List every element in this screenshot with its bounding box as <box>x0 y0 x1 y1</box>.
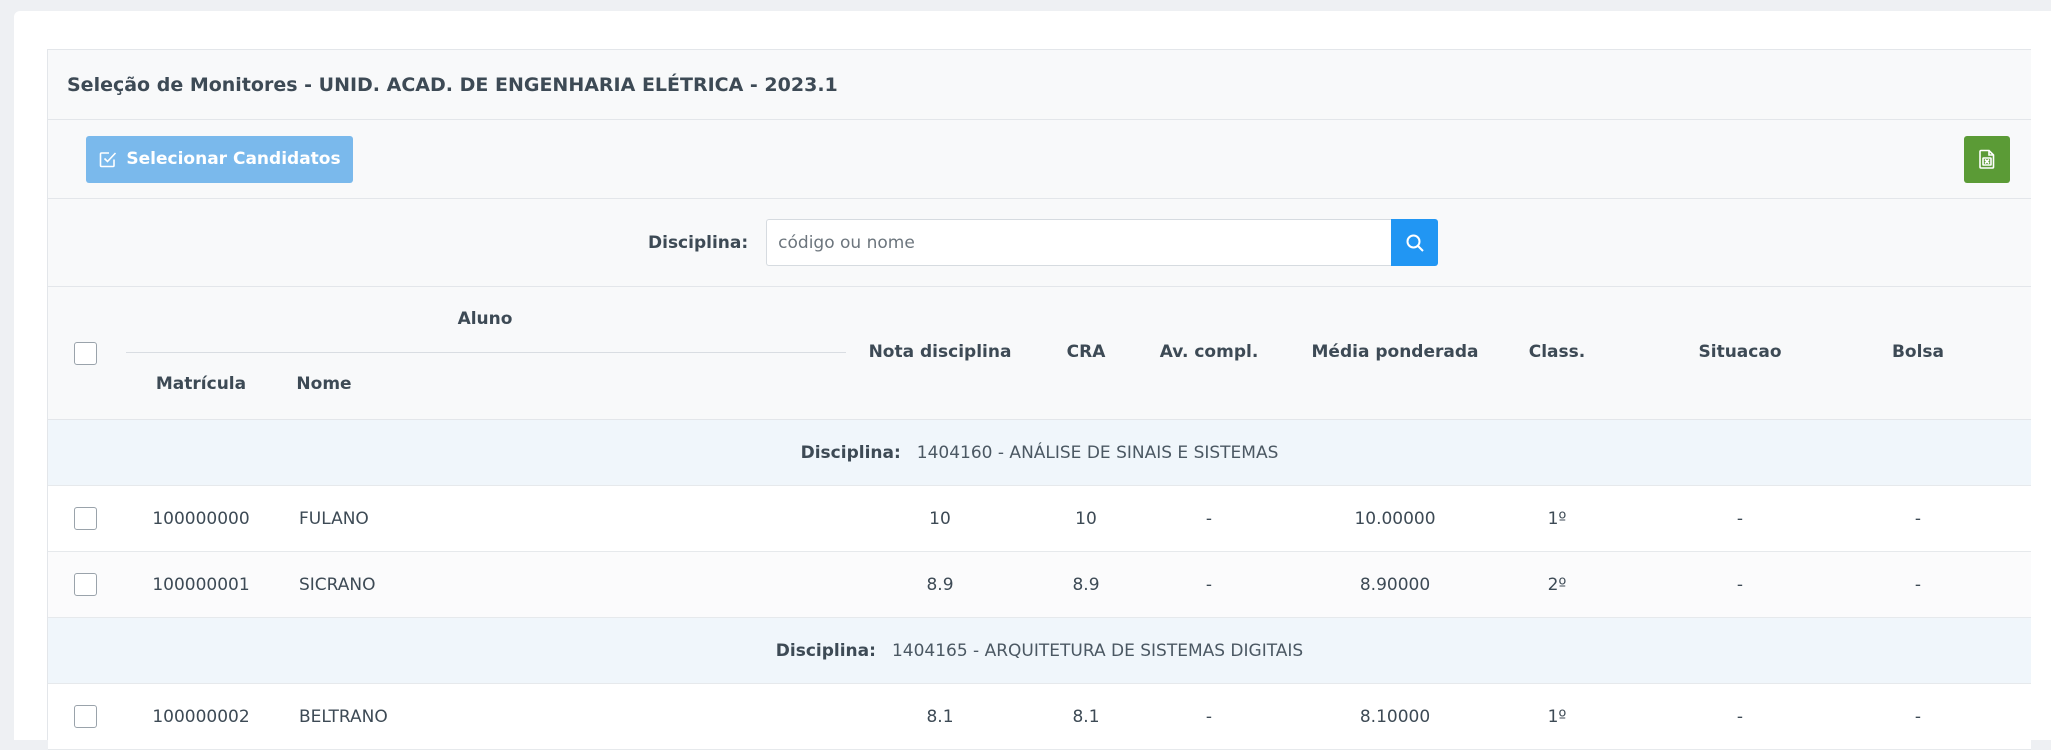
cell-matricula: 100000002 <box>152 706 250 727</box>
cell-class: 2º <box>1547 574 1567 595</box>
group-label: Disciplina: <box>800 442 901 463</box>
excel-file-icon <box>1978 149 1996 169</box>
export-excel-button[interactable] <box>1964 135 2010 183</box>
cell-matricula: 100000000 <box>152 508 250 529</box>
header-bolsa: Bolsa <box>1891 342 1945 362</box>
checkbox-edit-icon <box>98 149 118 169</box>
toolbar: Selecionar Candidatos <box>48 120 2031 199</box>
cell-cra: 8.9 <box>1072 574 1100 595</box>
table-header: Aluno Matrícula Nome Nota disciplina CRA… <box>48 287 2031 420</box>
header-class: Class. <box>1528 342 1586 362</box>
header-situacao: Situacao <box>1698 342 1782 362</box>
cell-situacao: - <box>1736 508 1744 529</box>
cell-class: 1º <box>1547 706 1567 727</box>
table-row: 100000000 FULANO 10 10 - 10.00000 1º - - <box>48 486 2031 552</box>
header-media-ponderada: Média ponderada <box>1311 342 1479 362</box>
table-row: 100000002 BELTRANO 8.1 8.1 - 8.10000 1º … <box>48 684 2031 750</box>
cell-matricula: 100000001 <box>152 574 250 595</box>
table-row: 100000001 SICRANO 8.9 8.9 - 8.90000 2º -… <box>48 552 2031 618</box>
cell-nota: 8.1 <box>926 706 954 727</box>
cell-class: 1º <box>1547 508 1567 529</box>
header-divider <box>126 352 846 353</box>
cell-cra: 10 <box>1075 508 1097 529</box>
header-nota-disciplina: Nota disciplina <box>868 342 1012 362</box>
search-label: Disciplina: <box>648 232 749 253</box>
cell-situacao: - <box>1736 574 1744 595</box>
group-discipline: 1404165 - ARQUITETURA DE SISTEMAS DIGITA… <box>891 640 1304 661</box>
row-checkbox[interactable] <box>74 507 97 530</box>
cell-av-compl: - <box>1205 508 1213 529</box>
header-aluno: Aluno <box>457 309 513 329</box>
cell-bolsa: - <box>1914 508 1922 529</box>
cell-nome: FULANO <box>299 508 369 529</box>
cell-nome: SICRANO <box>299 574 376 595</box>
search-row: Disciplina: <box>48 199 2031 287</box>
search-button[interactable] <box>1391 219 1439 266</box>
discipline-group-row: Disciplina: 1404160 - ANÁLISE DE SINAIS E… <box>48 420 2031 486</box>
cell-media: 10.00000 <box>1354 508 1436 529</box>
cell-av-compl: - <box>1205 706 1213 727</box>
search-icon <box>1405 233 1425 253</box>
discipline-group-row: Disciplina: 1404165 - ARQUITETURA DE SIST… <box>48 618 2031 684</box>
cell-cra: 8.1 <box>1072 706 1100 727</box>
cell-av-compl: - <box>1205 574 1213 595</box>
panel-title: Seleção de Monitores - UNID. ACAD. DE EN… <box>48 50 2031 120</box>
row-checkbox[interactable] <box>74 573 97 596</box>
select-candidates-label: Selecionar Candidatos <box>126 149 341 169</box>
group-discipline: 1404160 - ANÁLISE DE SINAIS E SISTEMAS <box>916 442 1279 463</box>
row-checkbox[interactable] <box>74 705 97 728</box>
header-matricula: Matrícula <box>155 374 247 394</box>
header-av-compl: Av. compl. <box>1159 342 1259 362</box>
select-all-checkbox[interactable] <box>74 342 97 365</box>
select-candidates-button[interactable]: Selecionar Candidatos <box>86 135 353 183</box>
cell-nota: 10 <box>929 508 951 529</box>
cell-media: 8.90000 <box>1359 574 1431 595</box>
cell-situacao: - <box>1736 706 1744 727</box>
cell-bolsa: - <box>1914 706 1922 727</box>
cell-bolsa: - <box>1914 574 1922 595</box>
panel-title-text: Seleção de Monitores - UNID. ACAD. DE EN… <box>67 73 838 96</box>
cell-nome: BELTRANO <box>299 706 388 727</box>
group-label: Disciplina: <box>775 640 876 661</box>
cell-nota: 8.9 <box>926 574 954 595</box>
header-cra: CRA <box>1066 342 1106 362</box>
selection-panel: Seleção de Monitores - UNID. ACAD. DE EN… <box>47 49 2031 750</box>
cell-media: 8.10000 <box>1359 706 1431 727</box>
discipline-search-input[interactable] <box>766 219 1392 266</box>
header-nome: Nome <box>296 374 352 394</box>
